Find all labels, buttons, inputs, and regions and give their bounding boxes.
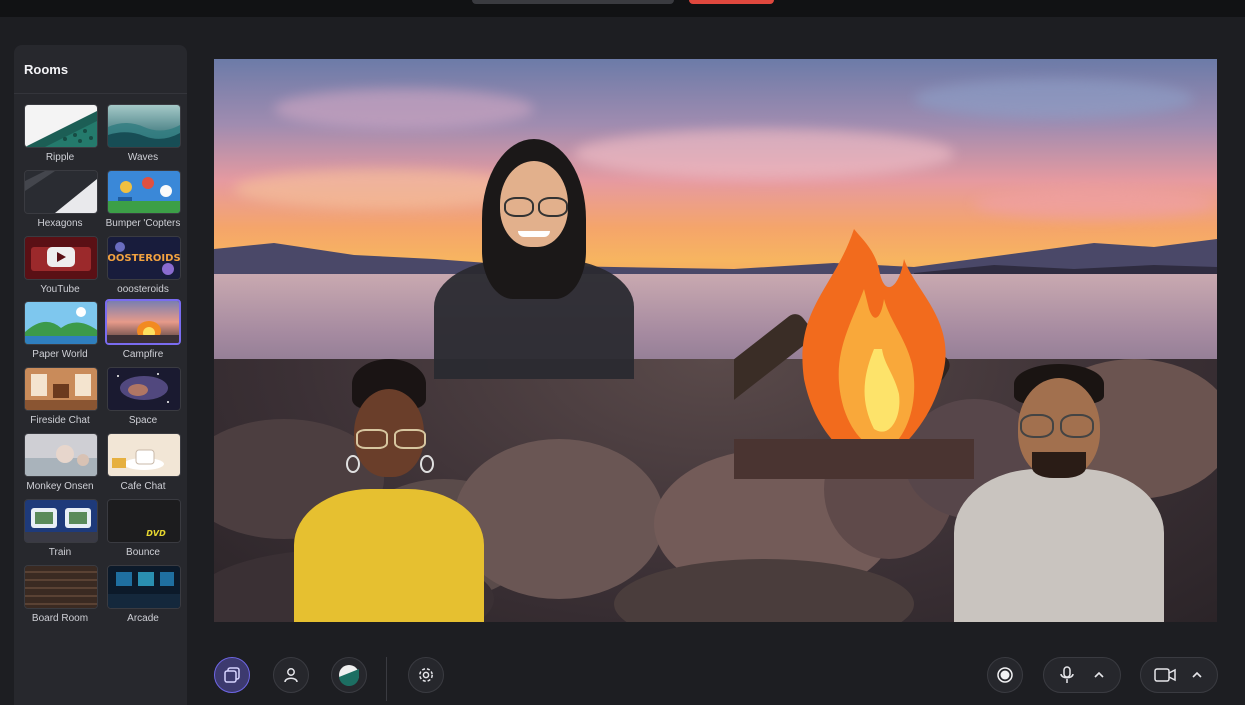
camera-icon[interactable] bbox=[1154, 667, 1176, 683]
room-thumbnail bbox=[24, 236, 98, 280]
room-bounce[interactable]: DVD Bounce bbox=[107, 499, 183, 563]
top-status-pill[interactable] bbox=[472, 0, 674, 4]
room-campfire[interactable]: Campfire bbox=[105, 299, 183, 365]
participant-tile bbox=[434, 139, 634, 379]
oosteroids-logo-text: OOSTEROIDS bbox=[108, 253, 180, 264]
room-thumbnail bbox=[107, 433, 181, 477]
room-train[interactable]: Train bbox=[24, 499, 100, 563]
room-space[interactable]: Space bbox=[107, 367, 183, 431]
profile-button[interactable] bbox=[273, 657, 309, 693]
cloud bbox=[274, 89, 534, 129]
room-fireside-chat[interactable]: Fireside Chat bbox=[24, 367, 100, 431]
room-label: Space bbox=[128, 415, 158, 426]
campfire bbox=[734, 229, 974, 479]
camera-control bbox=[1140, 657, 1218, 693]
room-thumbnail: OOSTEROIDS bbox=[107, 236, 181, 280]
room-label: Monkey Onsen bbox=[26, 481, 94, 492]
room-oosteroids[interactable]: OOSTEROIDS ooosteroids bbox=[107, 236, 183, 300]
room-paper-world[interactable]: Paper World bbox=[24, 301, 100, 365]
room-thumbnail bbox=[24, 104, 98, 148]
room-label: Hexagons bbox=[37, 218, 83, 229]
room-thumbnail bbox=[24, 367, 98, 411]
room-label: Ripple bbox=[45, 152, 75, 163]
room-thumbnail bbox=[107, 104, 181, 148]
toolbar-divider bbox=[386, 657, 387, 701]
room-label: ooosteroids bbox=[117, 284, 169, 295]
microphone-icon[interactable] bbox=[1059, 666, 1075, 684]
room-thumbnail bbox=[24, 499, 98, 543]
room-label: Bounce bbox=[126, 547, 160, 558]
room-label: Train bbox=[48, 547, 72, 558]
background-button[interactable] bbox=[331, 657, 367, 693]
room-thumbnail: DVD bbox=[107, 499, 181, 543]
room-thumbnail bbox=[24, 301, 98, 345]
room-label: Bumper 'Copters bbox=[105, 218, 181, 229]
cloud bbox=[914, 79, 1194, 119]
room-thumbnail bbox=[24, 565, 98, 609]
record-icon bbox=[997, 667, 1013, 683]
top-bar bbox=[0, 0, 1245, 17]
room-thumbnail bbox=[107, 367, 181, 411]
room-arcade[interactable]: Arcade bbox=[107, 565, 183, 629]
person-icon bbox=[284, 668, 298, 683]
room-thumbnail bbox=[107, 170, 181, 214]
record-button[interactable] bbox=[987, 657, 1023, 693]
room-label: Waves bbox=[127, 152, 159, 163]
participant-tile bbox=[294, 359, 484, 622]
room-thumbnail bbox=[105, 299, 181, 345]
rooms-sidebar: Rooms Ripple Waves Hexagons Bumper 'Copt… bbox=[14, 45, 187, 705]
microphone-control bbox=[1043, 657, 1121, 693]
settings-button[interactable] bbox=[408, 657, 444, 693]
room-ripple[interactable]: Ripple bbox=[24, 104, 100, 168]
room-label: Cafe Chat bbox=[120, 481, 166, 492]
room-board-room[interactable]: Board Room bbox=[24, 565, 100, 629]
cloud bbox=[974, 189, 1214, 219]
settings-icon bbox=[419, 668, 433, 682]
chevron-up-icon[interactable] bbox=[1092, 668, 1106, 682]
room-hexagons[interactable]: Hexagons bbox=[24, 170, 100, 234]
room-youtube[interactable]: YouTube bbox=[24, 236, 100, 300]
sidebar-title: Rooms bbox=[24, 62, 69, 77]
room-label: Fireside Chat bbox=[30, 415, 90, 426]
rooms-button[interactable] bbox=[214, 657, 250, 693]
room-monkey-onsen[interactable]: Monkey Onsen bbox=[24, 433, 100, 497]
room-label: Campfire bbox=[122, 349, 164, 360]
room-label: Board Room bbox=[31, 613, 89, 624]
room-thumbnail bbox=[24, 433, 98, 477]
room-thumbnail bbox=[24, 170, 98, 214]
room-label: Paper World bbox=[32, 349, 88, 360]
rooms-icon bbox=[224, 667, 240, 683]
rock bbox=[454, 439, 664, 599]
room-thumbnail bbox=[107, 565, 181, 609]
room-bumper-copters[interactable]: Bumper 'Copters bbox=[106, 170, 183, 234]
participant-tile bbox=[954, 364, 1164, 622]
room-label: YouTube bbox=[40, 284, 80, 295]
dvd-logo-text: DVD bbox=[146, 529, 166, 538]
room-cafe-chat[interactable]: Cafe Chat bbox=[107, 433, 183, 497]
chevron-up-icon[interactable] bbox=[1190, 668, 1204, 682]
background-icon bbox=[339, 665, 360, 686]
room-waves[interactable]: Waves bbox=[107, 104, 183, 168]
video-stage bbox=[214, 59, 1217, 622]
sidebar-divider bbox=[14, 93, 187, 94]
top-action-pill[interactable] bbox=[689, 0, 774, 4]
room-label: Arcade bbox=[127, 613, 159, 624]
